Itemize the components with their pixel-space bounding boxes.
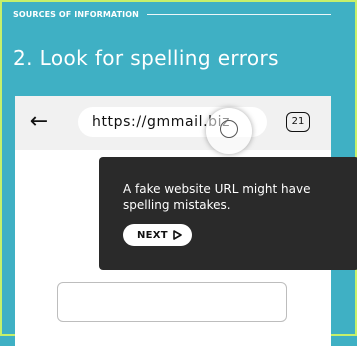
browser-bar: ← https://gmmail.biz 21 (15, 96, 331, 154)
magnifier-ring (220, 120, 238, 138)
page-title: 2. Look for spelling errors (13, 46, 279, 70)
next-button[interactable]: NEXT (123, 224, 192, 246)
section-header: SOURCES OF INFORMATION (13, 8, 331, 20)
next-button-label: NEXT (137, 229, 168, 241)
page-input-field[interactable] (57, 282, 287, 322)
back-arrow-icon[interactable]: ← (26, 109, 52, 135)
section-divider (146, 13, 331, 15)
section-label: SOURCES OF INFORMATION (13, 9, 139, 19)
magnifier-icon (206, 108, 252, 154)
play-outline-icon (173, 230, 182, 240)
url-field[interactable]: https://gmmail.biz (78, 107, 267, 154)
tooltip-text: A fake website URL might have spelling m… (123, 182, 311, 212)
tab-count-badge[interactable]: 21 (286, 112, 310, 132)
tooltip-card: A fake website URL might have spelling m… (99, 157, 357, 270)
